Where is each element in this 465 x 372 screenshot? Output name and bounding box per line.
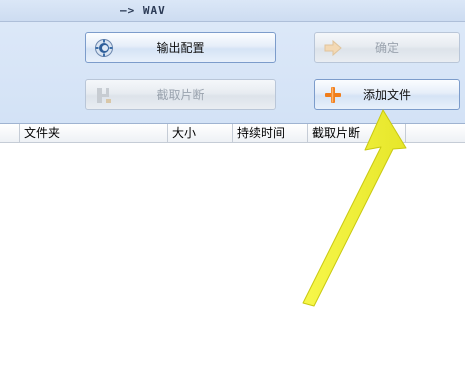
cut-segment-label: 截取片断 xyxy=(156,88,205,102)
file-list[interactable]: 文件夹 大小 持续时间 截取片断 xyxy=(0,123,465,372)
title-bar: –> WAV xyxy=(0,0,465,22)
add-file-label: 添加文件 xyxy=(362,88,411,102)
column-header-size[interactable]: 大小 xyxy=(168,124,233,143)
column-header-duration[interactable]: 持续时间 xyxy=(233,124,308,143)
confirm-label: 确定 xyxy=(374,41,399,55)
confirm-button[interactable]: 确定 xyxy=(314,32,460,63)
output-config-label: 输出配置 xyxy=(156,41,205,55)
column-header-leading xyxy=(0,124,20,143)
output-config-button[interactable]: 输出配置 xyxy=(85,32,276,63)
column-header-cut-segment[interactable]: 截取片断 xyxy=(308,124,406,143)
file-list-header: 文件夹 大小 持续时间 截取片断 xyxy=(0,124,465,143)
column-header-folder[interactable]: 文件夹 xyxy=(20,124,168,143)
cut-segment-button[interactable]: 截取片断 xyxy=(85,79,276,110)
window-title: –> WAV xyxy=(120,4,166,17)
add-file-button[interactable]: 添加文件 xyxy=(314,79,460,110)
